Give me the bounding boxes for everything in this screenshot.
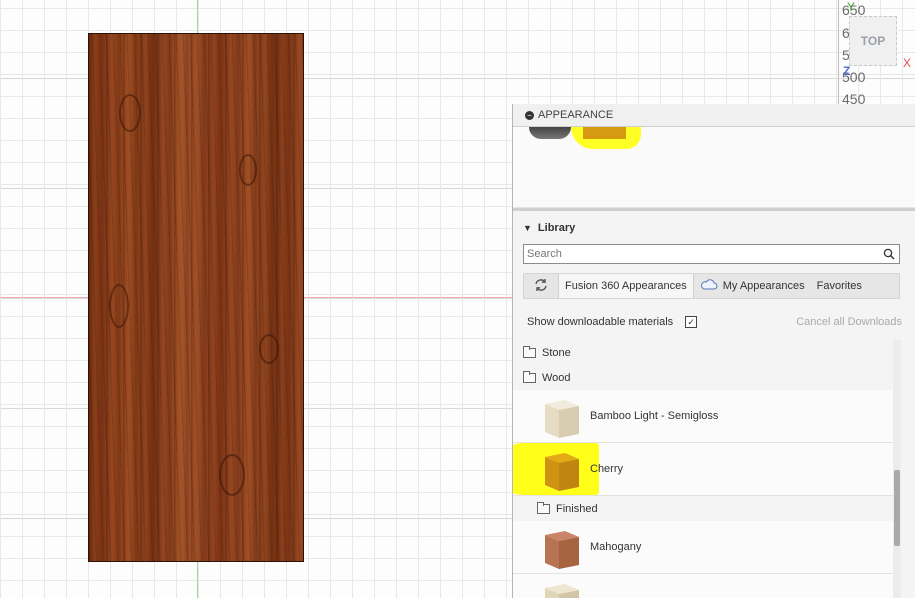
cloud-icon [700,279,718,293]
view-cube[interactable]: Y TOP X Z [843,0,915,110]
viewcube-z-label: Z [843,64,851,78]
in-design-appearances [513,127,915,208]
show-downloadable-checkbox[interactable]: ✓ [685,316,698,328]
material-bamboo-light-semigloss[interactable]: Bamboo Light - Semigloss [513,390,893,443]
material-label: Cherry [590,463,624,475]
show-downloadable-label: Show downloadable materials [527,316,674,328]
viewcube-x-label: X [903,56,912,70]
tab-fusion-360-appearances[interactable]: Fusion 360 Appearances [559,274,694,298]
in-design-swatch-cherry[interactable] [583,127,626,139]
wood-knot [239,154,257,186]
material-partial-next[interactable] [513,574,893,598]
wood-knot [219,454,245,496]
library-scrollbar[interactable] [893,340,901,598]
appearance-panel-title: APPEARANCE [538,109,614,121]
bamboo-swatch-cube-icon [537,392,585,440]
refresh-icon [533,277,549,296]
wood-panel-body[interactable] [88,33,304,562]
folder-finished[interactable]: Finished [513,496,893,521]
material-mahogany[interactable]: Mahogany [513,521,893,574]
folder-stone[interactable]: Stone [513,340,893,365]
cancel-all-downloads-link[interactable]: Cancel all Downloads [796,316,902,328]
library-section-header[interactable]: ▼ Library [513,211,915,245]
bamboo-swatch-cube-icon [537,576,585,598]
library-search-box[interactable] [523,244,900,264]
material-label: Mahogany [590,541,642,553]
cherry-swatch-cube-icon [537,445,585,493]
viewcube-y-label: Y [847,0,856,14]
folder-icon [523,370,536,383]
scrollbar-thumb[interactable] [894,470,900,546]
vertical-ruler [838,0,839,105]
appearance-panel-header[interactable]: − APPEARANCE [513,104,915,127]
collapse-triangle-icon[interactable]: ▼ [523,223,532,233]
material-cherry[interactable]: Cherry [513,443,893,496]
folder-label: Wood [542,371,571,384]
folder-icon [537,501,550,514]
material-label: Bamboo Light - Semigloss [590,410,719,422]
folder-wood[interactable]: Wood [513,365,893,390]
tab-my-appearances[interactable]: My Appearances [694,274,811,298]
library-search-input[interactable] [524,245,879,263]
folder-icon [523,345,536,358]
tab-my-appearances-label: My Appearances [722,280,805,292]
mahogany-swatch-cube-icon [537,523,585,571]
appearance-panel: − APPEARANCE ▼ Library Fusion 360 Appear… [512,104,915,598]
library-title: Library [537,222,576,234]
show-downloadable-row: Show downloadable materials ✓ Cancel all… [527,312,902,332]
wood-knot [259,334,279,364]
collapse-minus-icon[interactable]: − [525,110,534,120]
library-tree-list: Stone Wood Bamboo Light - Semigloss Cher… [513,340,893,598]
library-tabs: Fusion 360 Appearances My Appearances Fa… [523,273,900,299]
folder-label: Stone [542,346,571,359]
in-design-swatch-dark[interactable] [529,127,571,139]
wood-knot [119,94,141,132]
sync-refresh-button[interactable] [524,274,559,298]
viewcube-top-face[interactable]: TOP [849,16,897,66]
folder-label: Finished [556,502,598,515]
tab-favorites[interactable]: Favorites [811,274,868,298]
search-icon[interactable] [879,248,899,260]
wood-knot [109,284,129,328]
